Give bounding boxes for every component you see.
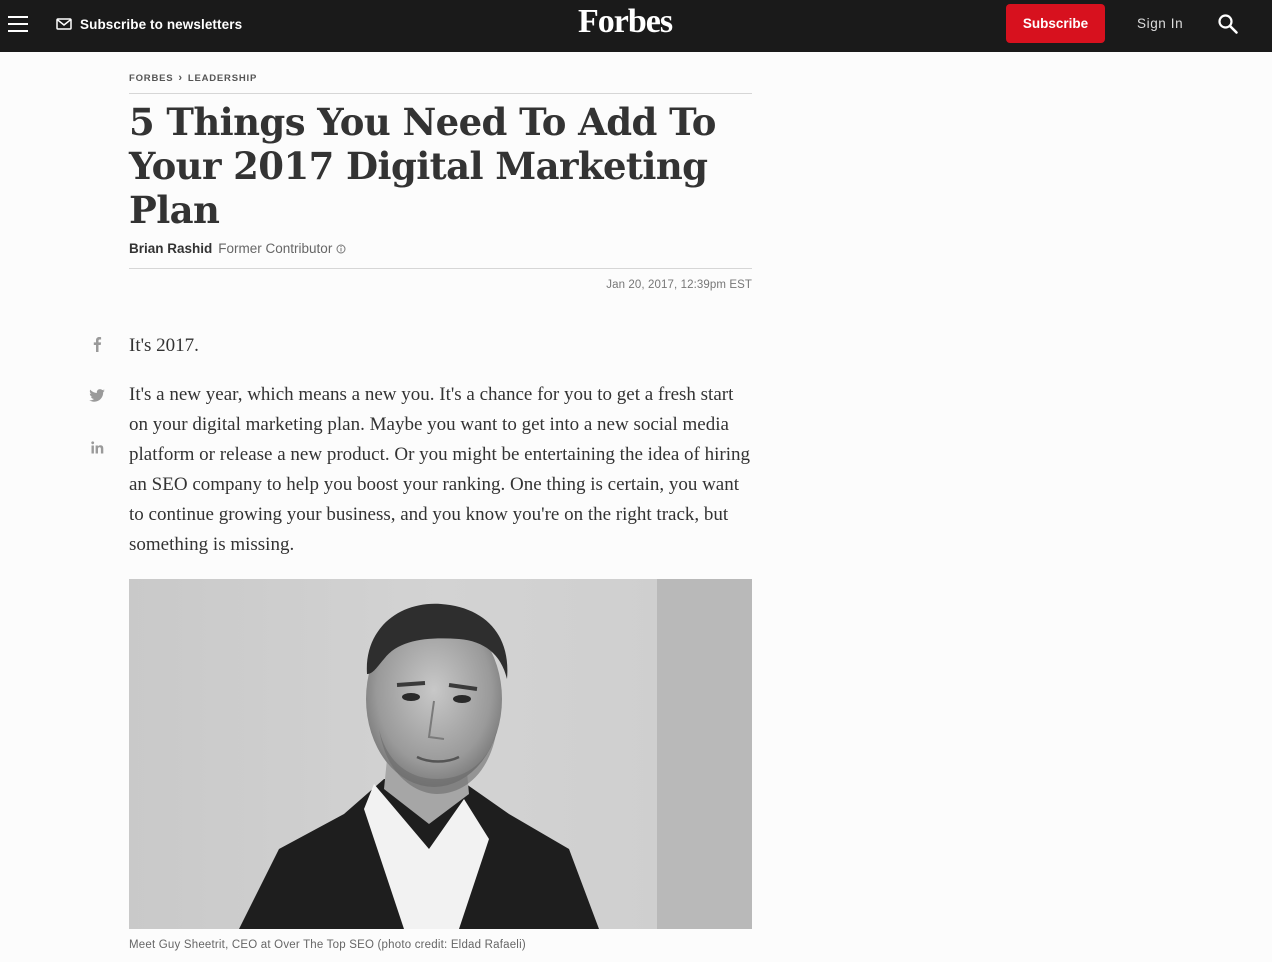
author-role: Former Contributor <box>218 241 333 256</box>
author-name[interactable]: Brian Rashid <box>129 241 212 256</box>
top-navigation-bar: Subscribe to newsletters Forbes Subscrib… <box>0 0 1272 52</box>
subscribe-button[interactable]: Subscribe <box>1006 4 1105 43</box>
breadcrumb: FORBES › LEADERSHIP <box>129 72 257 84</box>
mail-icon <box>56 18 72 30</box>
subscribe-newsletters-link[interactable]: Subscribe to newsletters <box>56 14 242 34</box>
image-caption: Meet Guy Sheetrit, CEO at Over The Top S… <box>129 939 526 951</box>
forbes-logo[interactable]: Forbes <box>578 3 673 41</box>
portrait-photo <box>129 579 752 929</box>
publish-date: Jan 20, 2017, 12:39pm EST <box>606 279 752 291</box>
info-icon[interactable] <box>336 244 346 254</box>
sign-in-link[interactable]: Sign In <box>1137 16 1183 31</box>
linkedin-share-button[interactable] <box>87 437 107 457</box>
twitter-share-button[interactable] <box>87 385 107 405</box>
search-icon[interactable] <box>1217 13 1239 35</box>
article-title: 5 Things You Need To Add To Your 2017 Di… <box>129 100 716 232</box>
divider <box>129 93 752 94</box>
linkedin-icon <box>90 440 103 453</box>
menu-icon[interactable] <box>8 15 28 33</box>
article-paragraph: It's a new year, which means a new you. … <box>129 384 750 555</box>
twitter-icon <box>89 388 105 402</box>
byline: Brian Rashid Former Contributor <box>129 241 346 256</box>
breadcrumb-item-leadership[interactable]: LEADERSHIP <box>188 73 257 84</box>
facebook-icon <box>93 337 102 352</box>
article-image <box>129 579 752 929</box>
article-paragraph: It's 2017. <box>129 335 199 356</box>
breadcrumb-item-forbes[interactable]: FORBES <box>129 73 173 84</box>
newsletter-label: Subscribe to newsletters <box>80 16 243 32</box>
facebook-share-button[interactable] <box>87 334 107 354</box>
chevron-right-icon: › <box>178 72 183 84</box>
divider <box>129 268 752 269</box>
